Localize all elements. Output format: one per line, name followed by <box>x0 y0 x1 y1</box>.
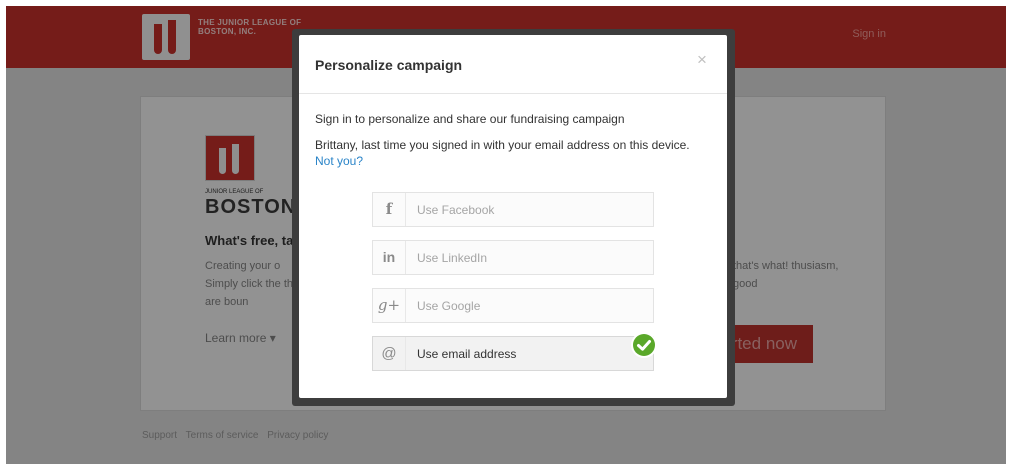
google-sign-in-button[interactable]: g+ Use Google <box>372 288 654 323</box>
intro-text: Sign in to personalize and share our fun… <box>315 112 625 126</box>
last-signin-text: Brittany, last time you signed in with y… <box>315 138 690 152</box>
personalize-modal: Personalize campaign × Sign in to person… <box>299 35 727 398</box>
close-icon[interactable]: × <box>693 51 711 69</box>
linkedin-label: Use LinkedIn <box>417 251 488 265</box>
at-sign-icon: @ <box>373 337 406 370</box>
sign-in-options: f Use Facebook in Use LinkedIn g+ Use Go… <box>372 192 654 384</box>
facebook-sign-in-button[interactable]: f Use Facebook <box>372 192 654 227</box>
google-label: Use Google <box>417 299 481 313</box>
linkedin-sign-in-button[interactable]: in Use LinkedIn <box>372 240 654 275</box>
facebook-label: Use Facebook <box>417 203 495 217</box>
modal-body: Sign in to personalize and share our fun… <box>315 111 715 169</box>
google-plus-icon: g+ <box>373 289 406 322</box>
linkedin-icon: in <box>373 241 406 274</box>
modal-title: Personalize campaign <box>315 57 463 73</box>
modal-header: Personalize campaign × <box>299 35 727 94</box>
facebook-icon: f <box>373 193 406 226</box>
email-label: Use email address <box>417 347 517 361</box>
not-you-link[interactable]: Not you? <box>315 154 363 168</box>
checkmark-icon <box>631 332 657 358</box>
email-sign-in-button[interactable]: @ Use email address <box>372 336 654 371</box>
